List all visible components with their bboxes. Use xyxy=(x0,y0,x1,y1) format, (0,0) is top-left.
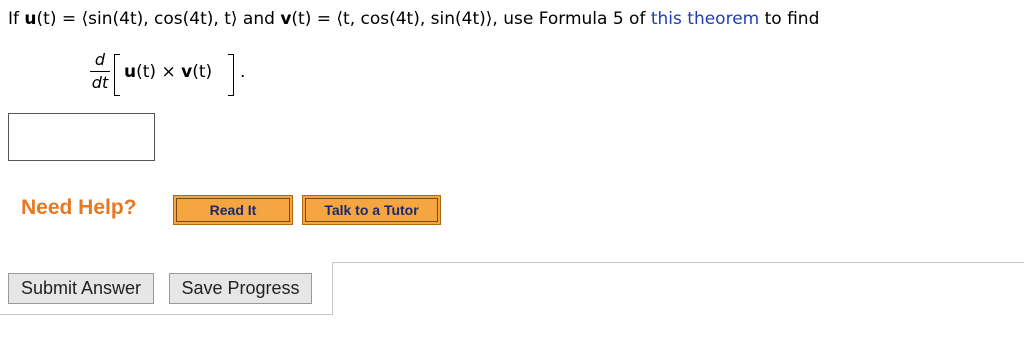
v-vector-name: v xyxy=(280,9,292,29)
v-vector-definition: = ⟨t, cos(4t), sin(4t)⟩, xyxy=(311,9,498,29)
u-vector-definition: = ⟨sin(4t), cos(4t), t⟩ xyxy=(56,9,238,29)
read-it-button[interactable]: Read It xyxy=(173,195,293,225)
question-text: If u(t) = ⟨sin(4t), cos(4t), t⟩ and v(t)… xyxy=(8,9,819,29)
expression-period: . xyxy=(240,62,246,82)
expr-u-name: u xyxy=(124,62,137,82)
question-to-find: to find xyxy=(759,9,820,29)
times-symbol: × xyxy=(156,62,182,82)
fraction-denominator: dt xyxy=(91,73,109,92)
question-if: If xyxy=(8,9,19,29)
theorem-link[interactable]: this theorem xyxy=(651,9,759,29)
right-bracket xyxy=(228,54,234,96)
u-vector-arg: (t) xyxy=(36,9,57,29)
panel-divider-bottom xyxy=(0,314,333,315)
derivative-fraction: d dt xyxy=(88,50,112,93)
expr-v-name: v xyxy=(181,62,193,82)
talk-to-tutor-label: Talk to a Tutor xyxy=(305,198,438,222)
answer-input[interactable] xyxy=(8,113,155,161)
u-vector-name: u xyxy=(24,9,37,29)
fraction-numerator: d xyxy=(94,50,106,69)
save-progress-button[interactable]: Save Progress xyxy=(169,273,312,304)
fraction-bar xyxy=(90,71,110,72)
expr-u-arg: (t) xyxy=(136,62,157,82)
read-it-label: Read It xyxy=(176,198,290,222)
left-bracket xyxy=(114,54,120,96)
expr-v-arg: (t) xyxy=(192,62,213,82)
v-vector-arg: (t) xyxy=(291,9,312,29)
cross-product-expression: u(t) × v(t) xyxy=(124,62,212,82)
panel-divider-left xyxy=(332,262,333,314)
talk-to-tutor-button[interactable]: Talk to a Tutor xyxy=(302,195,441,225)
question-use: use Formula 5 of xyxy=(497,9,651,29)
panel-divider-top xyxy=(332,262,1024,263)
need-help-label: Need Help? xyxy=(21,196,137,219)
question-and: and xyxy=(237,9,281,29)
submit-answer-button[interactable]: Submit Answer xyxy=(8,273,154,304)
